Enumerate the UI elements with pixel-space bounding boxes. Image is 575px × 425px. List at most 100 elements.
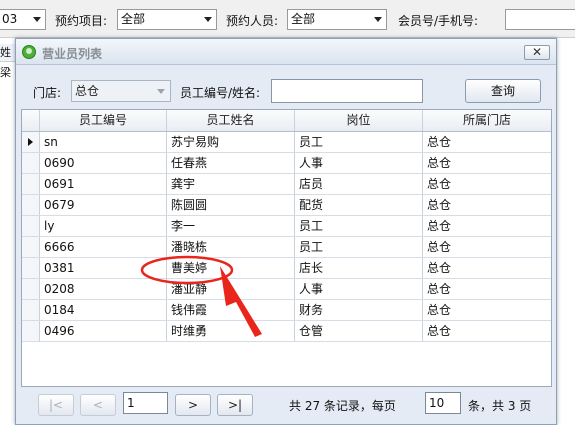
person-label: 预约人员:	[226, 14, 279, 28]
cell-id: 0208	[40, 279, 167, 299]
project-select-value: 全部	[121, 12, 146, 26]
employee-search-input[interactable]	[271, 79, 423, 103]
column-header-position[interactable]: 岗位	[295, 110, 423, 131]
background-grid-left: 姓名 梁晓	[0, 38, 16, 425]
cell-store: 总仓	[427, 198, 452, 212]
table-row[interactable]: 0691 龚宇 店员 总仓	[22, 174, 551, 195]
app-icon	[22, 45, 36, 59]
cell-store: 总仓	[427, 240, 452, 254]
store-select[interactable]: 总仓	[71, 80, 171, 102]
project-select[interactable]: 全部	[117, 9, 217, 30]
dialog-title: 营业员列表	[42, 47, 103, 61]
cell-id: 0496	[40, 321, 167, 341]
cell-name: 苏宁易购	[167, 132, 295, 152]
table-row[interactable]: 0184 钱伟霞 财务 总仓	[22, 300, 551, 321]
cell-store: 总仓	[427, 303, 452, 317]
grid-header: 员工编号 员工姓名 岗位 所属门店	[22, 110, 551, 132]
page-size-input[interactable]: 10	[425, 392, 461, 414]
next-page-button[interactable]: >	[175, 394, 211, 416]
salesperson-dialog: 营业员列表 ✕ 门店: 总仓 员工编号/姓名: 查询 员工编号 员工姓名 岗位 …	[15, 38, 557, 425]
cell-id: 0184	[40, 300, 167, 320]
row-indicator	[22, 237, 40, 257]
column-header-store[interactable]: 所属门店	[423, 110, 551, 131]
close-button[interactable]: ✕	[524, 45, 550, 60]
table-row[interactable]: 0208 潘亚静 人事 总仓	[22, 279, 551, 300]
table-row[interactable]: 0381 曹美婷 店长 总仓	[22, 258, 551, 279]
row-indicator	[22, 195, 40, 215]
cell-id: 6666	[40, 237, 167, 257]
cell-store: 总仓	[427, 135, 452, 149]
cell-store: 总仓	[427, 261, 452, 275]
person-select-value: 全部	[291, 12, 316, 26]
row-indicator	[22, 216, 40, 236]
cell-name: 曹美婷	[167, 258, 295, 278]
cell-position: 员工	[295, 216, 423, 236]
cell-name: 潘亚静	[167, 279, 295, 299]
cell-store: 总仓	[427, 156, 452, 170]
cell-name: 任春燕	[167, 153, 295, 173]
person-select[interactable]: 全部	[287, 9, 387, 30]
cell-name: 时维勇	[167, 321, 295, 341]
cell-id: sn	[40, 132, 167, 152]
employee-grid: 员工编号 员工姓名 岗位 所属门店 sn 苏宁易购 员工 总仓 0690 任春燕…	[21, 109, 552, 387]
background-grid-right	[556, 38, 575, 425]
cell-id: ly	[40, 216, 167, 236]
cell-position: 店长	[295, 258, 423, 278]
record-count-text: 共 27 条记录，每页	[289, 399, 396, 413]
page-number-input[interactable]: 1	[123, 392, 168, 414]
last-page-button[interactable]: >|	[217, 394, 253, 416]
page-count-text: 条，共 3 页	[468, 399, 532, 413]
cell-store: 总仓	[427, 282, 452, 296]
query-button[interactable]: 查询	[465, 79, 541, 103]
cell-position: 员工	[295, 132, 423, 152]
chevron-down-icon	[204, 17, 212, 22]
current-row-icon	[28, 138, 33, 146]
period-select-value: 03	[2, 12, 18, 26]
cell-name: 潘晓栋	[167, 237, 295, 257]
cell-store: 总仓	[427, 324, 452, 338]
row-indicator	[22, 300, 40, 320]
store-select-value: 总仓	[75, 84, 100, 98]
cell-position: 店员	[295, 174, 423, 194]
cell-name: 龚宇	[167, 174, 295, 194]
column-header-name[interactable]: 员工姓名	[167, 110, 295, 131]
search-label: 员工编号/姓名:	[180, 86, 261, 100]
filter-bar: 03 预约项目: 全部 预约人员: 全部 会员号/手机号:	[0, 0, 575, 38]
cell-name: 李一	[167, 216, 295, 236]
background-data-cell: 梁晓	[0, 66, 11, 79]
cell-position: 仓管	[295, 321, 423, 341]
cell-id: 0679	[40, 195, 167, 215]
row-indicator	[22, 279, 40, 299]
table-row[interactable]: 0690 任春燕 人事 总仓	[22, 153, 551, 174]
project-label: 预约项目:	[55, 14, 108, 28]
first-page-button[interactable]: |<	[38, 394, 74, 416]
table-row[interactable]: 6666 潘晓栋 员工 总仓	[22, 237, 551, 258]
prev-page-button[interactable]: <	[80, 394, 116, 416]
cell-name: 钱伟霞	[167, 300, 295, 320]
chevron-down-icon	[157, 89, 165, 94]
store-label: 门店:	[33, 86, 62, 100]
table-row[interactable]: 0679 陈圆圆 配货 总仓	[22, 195, 551, 216]
row-indicator	[22, 153, 40, 173]
column-header-id[interactable]: 员工编号	[40, 110, 167, 131]
table-row[interactable]: ly 李一 员工 总仓	[22, 216, 551, 237]
background-header-cell: 姓名	[0, 44, 16, 62]
table-row[interactable]: 0496 时维勇 仓管 总仓	[22, 321, 551, 342]
cell-position: 财务	[295, 300, 423, 320]
cell-position: 配货	[295, 195, 423, 215]
cell-id: 0381	[40, 258, 167, 278]
row-indicator	[22, 174, 40, 194]
header-indicator-cell	[22, 110, 40, 131]
member-input[interactable]	[505, 9, 575, 30]
cell-store: 总仓	[427, 177, 452, 191]
cell-id: 0691	[40, 174, 167, 194]
cell-name: 陈圆圆	[167, 195, 295, 215]
period-select[interactable]: 03	[0, 9, 46, 30]
row-indicator	[22, 258, 40, 278]
dialog-title-bar[interactable]: 营业员列表 ✕	[16, 39, 556, 65]
cell-position: 人事	[295, 153, 423, 173]
table-row[interactable]: sn 苏宁易购 员工 总仓	[22, 132, 551, 153]
chevron-down-icon	[374, 17, 382, 22]
cell-position: 员工	[295, 237, 423, 257]
cell-id: 0690	[40, 153, 167, 173]
